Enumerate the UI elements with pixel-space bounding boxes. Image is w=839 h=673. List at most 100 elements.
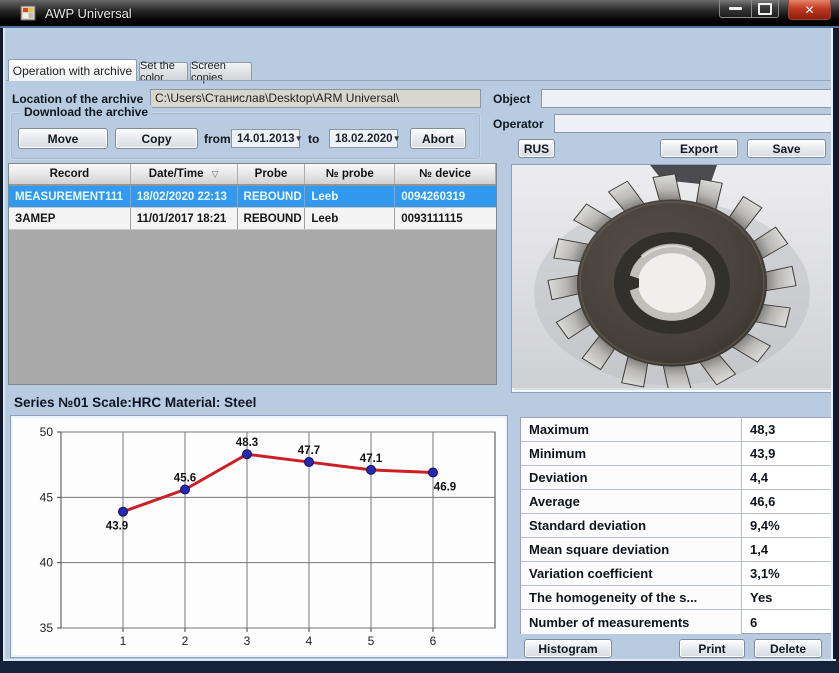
chart-point-label: 47.1 — [360, 453, 383, 465]
to-date-value: 18.02.2020 — [335, 133, 393, 145]
chart-title: Series №01 Scale:HRC Material: Steel — [14, 395, 256, 410]
save-button[interactable]: Save — [747, 139, 826, 158]
stat-value: 43,9 — [742, 446, 775, 461]
delete-button[interactable]: Delete — [754, 639, 822, 658]
dropdown-arrow-icon: ▼ — [393, 134, 401, 143]
dropdown-arrow-icon: ▼ — [295, 134, 303, 143]
operator-input[interactable] — [554, 114, 834, 133]
chart-xtick-label: 4 — [306, 634, 313, 648]
stat-row[interactable]: Maximum48,3 — [521, 418, 832, 442]
chart-ytick-label: 40 — [40, 556, 54, 570]
stat-label: Deviation — [521, 466, 742, 489]
window-frame-right-inner — [831, 26, 833, 659]
column-header-num-device[interactable]: № device — [395, 164, 496, 184]
stat-value: 6 — [742, 615, 757, 630]
chart-point-label: 48.3 — [236, 437, 258, 449]
frame-accent-line — [0, 26, 839, 28]
cell-probe[interactable]: REBOUND — [238, 186, 306, 207]
stat-value: 48,3 — [742, 422, 775, 437]
cell-date-time[interactable]: 11/01/2017 18:21 — [131, 208, 238, 229]
minimize-button[interactable] — [719, 0, 752, 18]
window-title: AWP Universal — [45, 6, 132, 21]
close-button[interactable]: ✕ — [788, 0, 831, 20]
measurement-chart: 3540455012345643.945.648.347.747.146.9 — [11, 416, 505, 655]
cell-num-device[interactable]: 0093111115 — [395, 208, 496, 229]
stat-label: Minimum — [521, 442, 742, 465]
to-label: to — [308, 132, 319, 146]
column-header-num-probe[interactable]: № probe — [305, 164, 395, 184]
stat-label: Maximum — [521, 418, 742, 441]
cell-record[interactable]: ЗАМЕР — [9, 208, 131, 229]
stat-label: Variation coefficient — [521, 562, 742, 585]
chart-ytick-label: 35 — [40, 621, 54, 635]
from-label: from — [204, 132, 231, 146]
column-header-record[interactable]: Record — [9, 164, 131, 184]
stat-value: 46,6 — [742, 494, 775, 509]
from-date-combo[interactable]: 14.01.2013 ▼ — [231, 129, 300, 148]
milling-cutter-photo — [511, 164, 838, 393]
chart-point — [429, 468, 438, 477]
copy-button[interactable]: Copy — [115, 128, 198, 149]
stat-row[interactable]: Mean square deviation1,4 — [521, 538, 832, 562]
stat-row[interactable]: Number of measurements6 — [521, 610, 832, 634]
operator-label: Operator — [493, 117, 544, 131]
tab-operation-with-archive[interactable]: Operation with archive — [8, 59, 137, 81]
table-row[interactable]: MEASUREMENT111 18/02/2020 22:13 REBOUND … — [9, 186, 496, 208]
app-icon — [20, 5, 36, 21]
chart-xtick-label: 2 — [182, 634, 189, 648]
window-frame-right — [833, 26, 839, 673]
stats-table: Maximum48,3 Minimum43,9 Deviation4,4 Ave… — [520, 417, 833, 634]
stat-row[interactable]: Average46,6 — [521, 490, 832, 514]
maximize-icon — [758, 3, 772, 15]
stat-value: 1,4 — [742, 542, 768, 557]
cell-record[interactable]: MEASUREMENT111 — [9, 186, 131, 207]
tab-screen-copies[interactable]: Screen copies — [190, 62, 252, 81]
title-bar[interactable]: AWP Universal ✕ — [0, 0, 839, 26]
move-button[interactable]: Move — [18, 128, 108, 149]
column-header-probe[interactable]: Probe — [238, 164, 306, 184]
stat-row[interactable]: Variation coefficient3,1% — [521, 562, 832, 586]
chart-xtick-label: 3 — [244, 634, 251, 648]
stat-row[interactable]: The homogeneity of the s...Yes — [521, 586, 832, 610]
tab-set-the-color[interactable]: Set the color — [139, 62, 188, 81]
print-button[interactable]: Print — [679, 639, 745, 658]
export-button[interactable]: Export — [660, 139, 738, 158]
object-input[interactable] — [541, 89, 834, 108]
to-date-combo[interactable]: 18.02.2020 ▼ — [329, 129, 398, 148]
records-table: Record Date/Time▽ Probe № probe № device… — [8, 163, 497, 385]
sort-icon: ▽ — [212, 169, 219, 180]
cell-probe[interactable]: REBOUND — [238, 208, 306, 229]
table-row[interactable]: ЗАМЕР 11/01/2017 18:21 REBOUND Leeb 0093… — [9, 208, 496, 230]
milling-cutter-illustration — [512, 165, 833, 388]
stat-label: Average — [521, 490, 742, 513]
chart-ytick-label: 45 — [40, 490, 54, 504]
chart-ytick-label: 50 — [40, 425, 54, 439]
chart-point-label: 47.7 — [298, 445, 320, 457]
stat-label: Mean square deviation — [521, 538, 742, 561]
cell-date-time[interactable]: 18/02/2020 22:13 — [131, 186, 238, 207]
stat-label: Standard deviation — [521, 514, 742, 537]
chart-point-label: 46.9 — [434, 482, 456, 494]
chart-point-label: 45.6 — [174, 472, 196, 484]
window-frame-left-inner — [3, 26, 5, 659]
cell-num-probe[interactable]: Leeb — [305, 208, 395, 229]
chart-point — [119, 507, 128, 516]
from-date-value: 14.01.2013 — [237, 133, 295, 145]
stat-value: 9,4% — [742, 518, 780, 533]
location-of-archive-input[interactable]: C:\Users\Станислав\Desktop\ARM Universal… — [150, 89, 481, 108]
chart-xtick-label: 6 — [430, 634, 437, 648]
abort-button[interactable]: Abort — [410, 128, 466, 149]
column-header-date-time[interactable]: Date/Time▽ — [131, 164, 238, 184]
stat-value: 3,1% — [742, 566, 780, 581]
cell-num-device[interactable]: 0094260319 — [395, 186, 496, 207]
cell-num-probe[interactable]: Leeb — [305, 186, 395, 207]
chart-xtick-label: 5 — [368, 634, 375, 648]
stat-row[interactable]: Deviation4,4 — [521, 466, 832, 490]
stat-row[interactable]: Minimum43,9 — [521, 442, 832, 466]
stat-row[interactable]: Standard deviation9,4% — [521, 514, 832, 538]
window-frame-bottom — [0, 661, 839, 673]
rus-button[interactable]: RUS — [518, 139, 555, 158]
histogram-button[interactable]: Histogram — [524, 639, 612, 658]
object-label: Object — [493, 92, 530, 106]
maximize-button[interactable] — [752, 0, 779, 18]
